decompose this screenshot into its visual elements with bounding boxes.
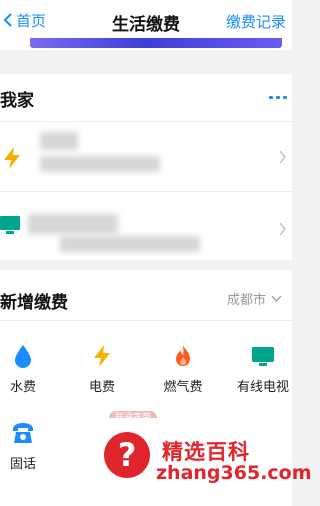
gas-fee-item[interactable]: 燃气费 [153, 343, 213, 395]
telephone-icon [13, 423, 33, 443]
my-home-title: 我家 [0, 91, 34, 111]
water-fee-item[interactable]: 水费 [0, 343, 53, 395]
landline-item[interactable]: 固话 [0, 420, 53, 472]
banner-image [30, 38, 282, 48]
lightning-icon [94, 345, 110, 367]
lightning-icon [4, 147, 20, 169]
gas-fee-label: 燃气费 [163, 380, 203, 395]
more-options-button[interactable] [269, 96, 287, 99]
electric-fee-item[interactable]: 电费 [72, 343, 132, 395]
top-nav-bar: 首页 生活缴费 缴费记录 [0, 0, 292, 38]
chevron-down-icon [271, 295, 282, 302]
masked-account-info [40, 156, 160, 172]
banner[interactable] [0, 38, 292, 50]
masked-account-info [40, 132, 78, 150]
city-selector[interactable]: 成都市 [227, 289, 282, 308]
tv-icon [0, 216, 20, 234]
masked-account-info [28, 214, 118, 234]
payment-record-link[interactable]: 缴费记录 [226, 11, 286, 32]
chevron-right-icon [279, 150, 286, 164]
masked-account-info [60, 236, 200, 252]
home-account-row-electric[interactable] [0, 121, 292, 191]
electric-fee-label: 电费 [88, 380, 115, 395]
watermark: ? 精选百科 zhang365.com [86, 418, 312, 498]
divider [0, 320, 292, 321]
city-label: 成都市 [226, 293, 266, 308]
home-account-row-tv[interactable] [0, 191, 292, 261]
tv-icon [252, 347, 274, 366]
cable-tv-item[interactable]: 有线电视 [233, 343, 293, 395]
chevron-right-icon [279, 222, 286, 236]
cable-tv-label: 有线电视 [236, 380, 289, 395]
new-payment-title: 新增缴费 [0, 293, 68, 313]
flame-icon [176, 345, 190, 366]
watermark-domain: zhang365.com [156, 462, 312, 484]
question-mark-icon: ? [104, 432, 150, 478]
water-drop-icon [15, 345, 31, 368]
landline-label: 固话 [9, 457, 36, 472]
water-fee-label: 水费 [9, 380, 36, 395]
